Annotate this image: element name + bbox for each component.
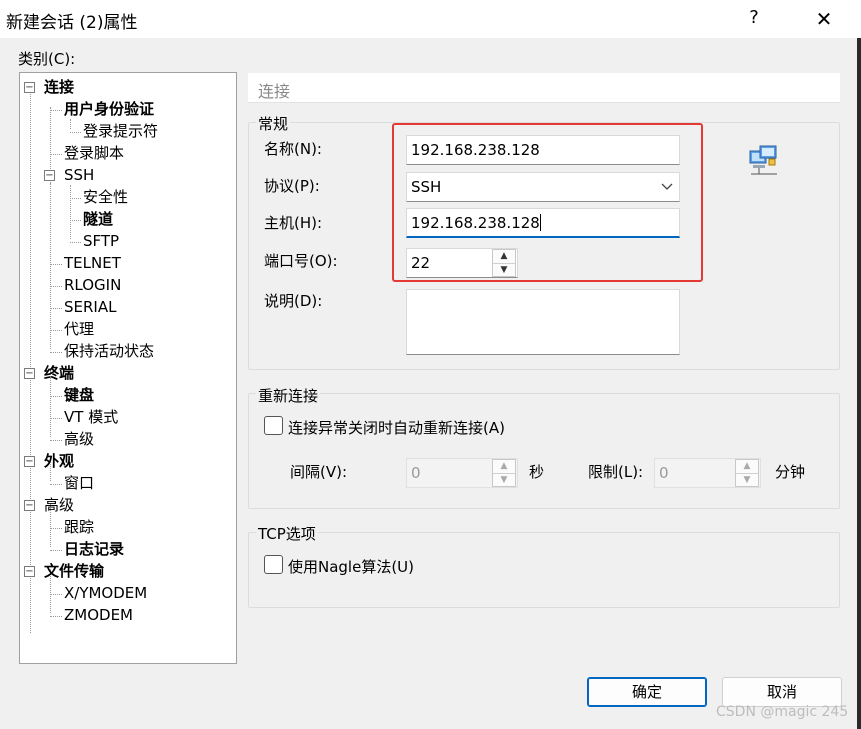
tree-expander-icon[interactable]: − <box>24 368 35 379</box>
host-label: 主机(H): <box>264 214 323 232</box>
tree-item[interactable]: 键盘 <box>64 385 94 405</box>
tree-connector-line <box>50 418 62 419</box>
tree-item[interactable]: 登录提示符 <box>83 121 158 141</box>
tree-item[interactable]: 隧道 <box>83 209 113 229</box>
help-button[interactable]: ? <box>744 7 764 28</box>
tree-item[interactable]: 高级 <box>64 429 94 449</box>
tree-item[interactable]: SFTP <box>83 231 119 251</box>
tree-item[interactable]: SERIAL <box>64 297 116 317</box>
tree-connector-line <box>50 396 62 397</box>
tree-connector-line <box>50 286 62 287</box>
tree-item[interactable]: 文件传输 <box>44 561 104 581</box>
tree-connector-line <box>50 616 62 617</box>
tree-item[interactable]: RLOGIN <box>64 275 121 295</box>
tree-connector-line <box>50 440 62 441</box>
tree-item[interactable]: 连接 <box>44 77 74 97</box>
limit-up-button[interactable]: ▲ <box>736 460 758 473</box>
category-label: 类别(C): <box>18 50 76 68</box>
tree-item[interactable]: 代理 <box>64 319 94 339</box>
tree-item[interactable]: 外观 <box>44 451 74 471</box>
tree-connector-line <box>50 110 62 111</box>
tree-guide-line <box>70 185 71 239</box>
cancel-button[interactable]: 取消 <box>722 677 842 707</box>
interval-label: 间隔(V): <box>290 463 348 481</box>
section-header-title: 连接 <box>258 82 291 101</box>
general-group-title: 常规 <box>256 113 291 134</box>
interval-up-button[interactable]: ▲ <box>493 460 515 473</box>
tree-expander-icon[interactable]: − <box>44 170 55 181</box>
port-label: 端口号(O): <box>264 252 338 270</box>
tree-connector-line <box>50 528 62 529</box>
limit-unit: 分钟 <box>775 463 806 481</box>
tree-expander-icon[interactable]: − <box>24 566 35 577</box>
description-label: 说明(D): <box>264 292 323 310</box>
tree-item[interactable]: ZMODEM <box>64 605 133 625</box>
title-bar: 新建会话 (2)属性 ? ✕ <box>0 0 861 38</box>
reconnect-group <box>248 393 840 509</box>
tree-connector-line <box>50 264 62 265</box>
tree-connector-line <box>70 242 81 243</box>
tree-guide-line <box>50 183 51 349</box>
tree-item[interactable]: SSH <box>64 165 94 185</box>
tree-item[interactable]: 跟踪 <box>64 517 94 537</box>
highlight-box <box>392 123 703 282</box>
limit-stepper[interactable]: ▲ ▼ <box>735 459 759 487</box>
tree-item[interactable]: 登录脚本 <box>64 143 124 163</box>
limit-down-button[interactable]: ▼ <box>736 473 758 486</box>
interval-down-button[interactable]: ▼ <box>493 473 515 486</box>
tree-connector-line <box>70 132 81 133</box>
protocol-label: 协议(P): <box>264 177 320 195</box>
tree-connector-line <box>70 198 81 199</box>
tree-guide-line <box>30 85 31 633</box>
watermark: CSDN @magic 245 <box>716 704 849 720</box>
tree-connector-line <box>50 594 62 595</box>
tree-connector-line <box>50 484 62 485</box>
nagle-label: 使用Nagle算法(U) <box>288 558 415 576</box>
network-computer-icon <box>747 143 781 181</box>
auto-reconnect-checkbox[interactable] <box>264 416 283 435</box>
section-header: 连接 <box>248 73 840 103</box>
description-textarea[interactable] <box>406 289 680 355</box>
tree-item[interactable]: 安全性 <box>83 187 128 207</box>
tree-expander-icon[interactable]: − <box>24 500 35 511</box>
tree-expander-icon[interactable]: − <box>24 82 35 93</box>
name-label: 名称(N): <box>264 140 322 158</box>
window-edge <box>857 38 861 729</box>
interval-unit: 秒 <box>529 463 545 481</box>
reconnect-group-title: 重新连接 <box>256 385 321 406</box>
tree-item[interactable]: 日志记录 <box>64 539 124 559</box>
tree-item[interactable]: 保持活动状态 <box>64 341 154 361</box>
tree-connector-line <box>50 330 62 331</box>
tree-item[interactable]: VT 模式 <box>64 407 118 427</box>
tree-connector-line <box>50 308 62 309</box>
tree-item[interactable]: 高级 <box>44 495 74 515</box>
auto-reconnect-label: 连接异常关闭时自动重新连接(A) <box>288 419 505 437</box>
limit-label: 限制(L): <box>588 463 644 481</box>
nagle-checkbox[interactable] <box>264 555 283 574</box>
category-tree[interactable]: − 连接 用户身份验证 登录提示符 登录脚本 − SSH 安全性 隧道 SFTP TELNET RLO… <box>19 72 237 664</box>
tree-connector-line <box>50 154 62 155</box>
tree-item[interactable]: 终端 <box>44 363 74 383</box>
tree-connector-line <box>50 550 62 551</box>
window-title: 新建会话 (2)属性 <box>6 13 138 33</box>
tcp-group-title: TCP选项 <box>256 523 318 544</box>
close-button[interactable]: ✕ <box>812 7 836 31</box>
tree-connector-line <box>50 352 62 353</box>
tree-connector-line <box>70 220 81 221</box>
tree-expander-icon[interactable]: − <box>24 456 35 467</box>
interval-stepper[interactable]: ▲ ▼ <box>492 459 516 487</box>
tree-item[interactable]: 窗口 <box>64 473 94 493</box>
tree-item[interactable]: 用户身份验证 <box>64 99 154 119</box>
tree-item[interactable]: TELNET <box>64 253 121 273</box>
ok-button[interactable]: 确定 <box>587 677 707 707</box>
tree-item[interactable]: X/YMODEM <box>64 583 147 603</box>
tree-guide-line <box>70 119 71 129</box>
